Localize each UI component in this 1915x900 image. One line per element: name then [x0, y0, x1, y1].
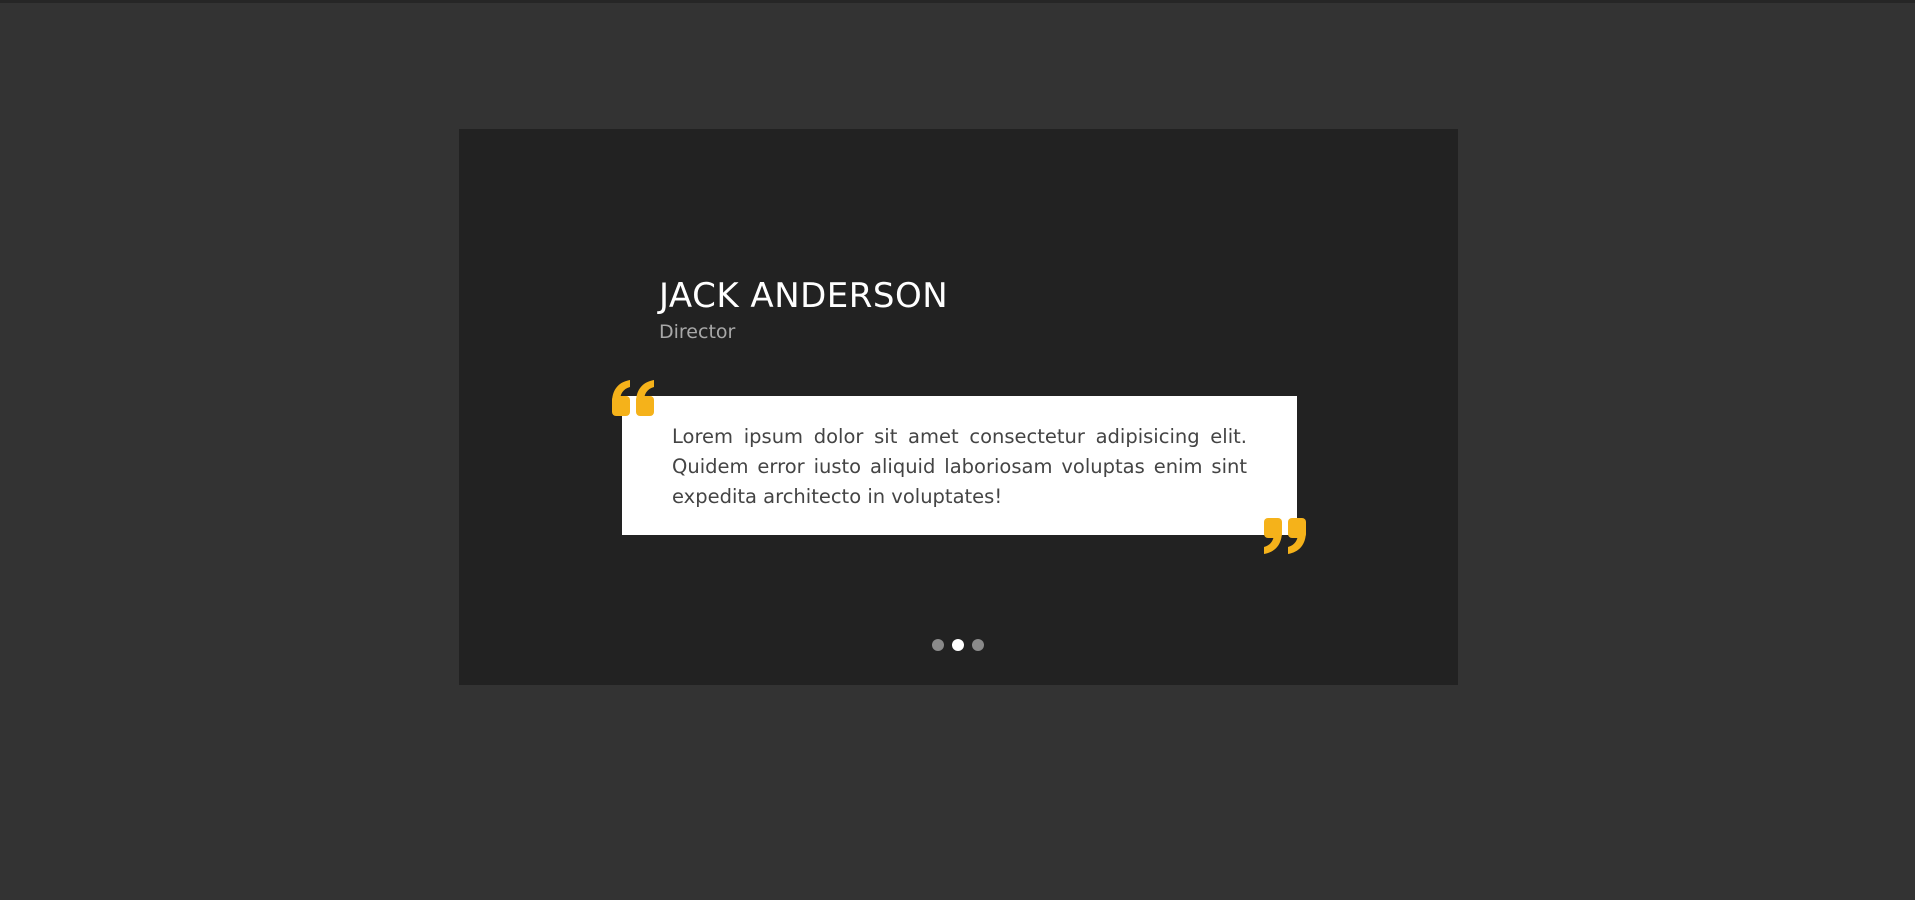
open-quote-icon — [612, 380, 654, 416]
testimonial-role: Director — [659, 321, 736, 343]
pagination-dot-3[interactable] — [972, 639, 984, 651]
quote-text: Lorem ipsum dolor sit amet consectetur a… — [672, 425, 1247, 508]
testimonial-name: JACK ANDERSON — [659, 276, 949, 316]
testimonial-card: JACK ANDERSON Director Lorem ipsum dolor… — [459, 129, 1458, 685]
carousel-pagination — [932, 639, 984, 651]
pagination-dot-1[interactable] — [932, 639, 944, 651]
quote-box: Lorem ipsum dolor sit amet consectetur a… — [622, 396, 1297, 535]
close-quote-icon — [1264, 518, 1306, 554]
pagination-dot-2[interactable] — [952, 639, 964, 651]
top-border — [0, 0, 1915, 3]
